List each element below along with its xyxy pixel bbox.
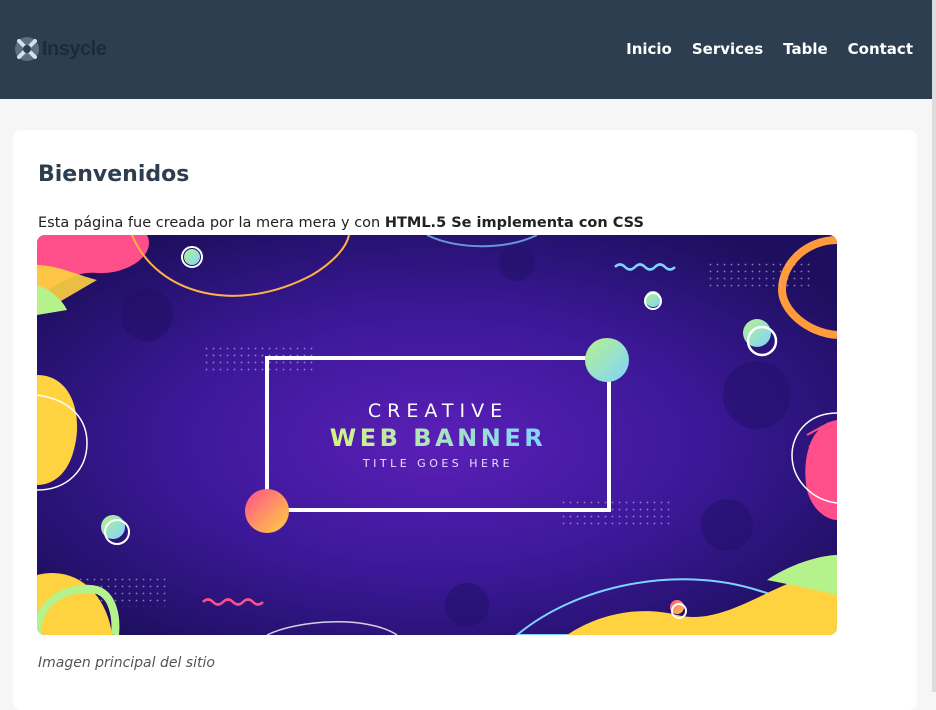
image-caption: Imagen principal del sitio: [38, 655, 215, 671]
site-header: Insycle Inicio Services Table Contact: [0, 0, 932, 99]
logo-text: Insycle: [42, 37, 107, 60]
intro-paragraph: Esta página fue creada por la mera mera …: [38, 215, 644, 231]
logo[interactable]: Insycle: [13, 35, 107, 63]
banner-graphic: CREATIVE WEB BANNER TITLE GOES HERE: [37, 235, 837, 635]
logo-icon: [15, 37, 39, 61]
page-title: Bienvenidos: [38, 162, 190, 187]
banner-line-web-banner: WEB BANNER: [330, 424, 546, 452]
content-card: Bienvenidos Esta página fue creada por l…: [13, 130, 917, 710]
intro-text: Esta página fue creada por la mera mera …: [38, 215, 385, 231]
page-scrollbar[interactable]: [932, 0, 936, 692]
hero-banner-image: CREATIVE WEB BANNER TITLE GOES HERE: [37, 235, 837, 635]
nav-services[interactable]: Services: [692, 40, 763, 58]
nav-inicio[interactable]: Inicio: [626, 40, 672, 58]
nav-table[interactable]: Table: [783, 40, 827, 58]
nav-contact[interactable]: Contact: [848, 40, 913, 58]
banner-line-creative: CREATIVE: [368, 400, 508, 422]
banner-line-subtitle: TITLE GOES HERE: [362, 457, 513, 470]
main-nav: Inicio Services Table Contact: [626, 40, 913, 58]
intro-bold-text: HTML.5 Se implementa con CSS: [384, 215, 644, 231]
